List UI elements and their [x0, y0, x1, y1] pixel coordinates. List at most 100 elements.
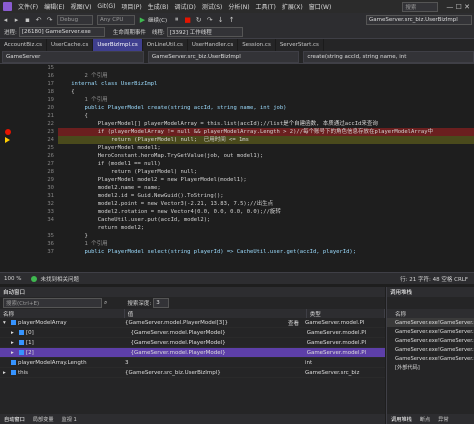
call-stack-frame[interactable]: GameServer.exe!GameServer.s — [387, 336, 474, 345]
menu-item[interactable]: Git(G) — [94, 3, 118, 10]
thread-select[interactable]: [3392] 工作线程 — [166, 27, 243, 37]
zoom-level[interactable]: 100 % — [4, 276, 21, 282]
call-stack-tab[interactable]: 调用堆栈 — [387, 416, 416, 423]
code-line[interactable]: public PlayerModel create(string accId, … — [58, 104, 474, 112]
project-select[interactable]: GameServer — [2, 51, 144, 63]
code-line[interactable]: CacheUtil.user.put(accId, model2); — [58, 216, 474, 224]
variable-value[interactable]: {GameServer.model.PlayerModel[3]} — [125, 320, 228, 326]
code-line[interactable]: { — [58, 88, 474, 96]
document-tab[interactable]: ServerStart.cs — [276, 39, 324, 51]
call-stack-tab[interactable]: 异常 — [434, 416, 452, 423]
document-tab[interactable]: UserBizImpl.cs — [93, 39, 143, 51]
search-icon[interactable]: ⌕ — [104, 299, 107, 307]
restart-icon[interactable]: ↻ — [194, 15, 203, 24]
stop-icon[interactable]: ■ — [183, 15, 192, 24]
autos-row[interactable]: ▸ [2] {GameServer.model.PlayerModel} GameSe… — [0, 348, 385, 358]
document-tab[interactable]: AccountBiz.cs — [0, 39, 48, 51]
code-line[interactable]: 1 个引用 — [58, 96, 474, 104]
breakpoint-gutter[interactable] — [0, 64, 16, 272]
breakpoint-icon[interactable] — [5, 129, 11, 135]
expand-icon[interactable]: ▸ — [11, 340, 17, 346]
variable-value[interactable]: {GameServer.src_biz.UserBizImpl} — [125, 370, 221, 376]
issues-status[interactable]: 未找到相关问题 — [40, 275, 79, 283]
code-line[interactable]: model2.name = name; — [58, 184, 474, 192]
save-icon[interactable]: ▪ — [23, 15, 32, 24]
autos-row[interactable]: playerModelArray.Length 3 int — [0, 358, 385, 368]
lifecycle-events-button[interactable]: 生命周期事件 — [113, 28, 146, 36]
document-tab[interactable]: Session.cs — [238, 39, 276, 51]
autos-search-input[interactable]: 搜索(Ctrl+E) — [3, 298, 102, 308]
step-out-icon[interactable]: ↑ — [227, 15, 236, 24]
call-stack-frame[interactable]: GameServer.exe!GameServer.s — [387, 354, 474, 363]
search-input[interactable]: 搜索 — [402, 1, 439, 12]
window-controls[interactable]: — ☐ ✕ — [446, 3, 470, 11]
menu-item[interactable]: 生成(B) — [145, 2, 172, 11]
autos-row[interactable]: ▸ [1] {GameServer.model.PlayerModel} GameSe… — [0, 338, 385, 348]
undo-icon[interactable]: ↶ — [34, 15, 43, 24]
expand-icon[interactable]: ▸ — [11, 350, 17, 356]
menu-item[interactable]: 测试(S) — [199, 2, 226, 11]
menu-item[interactable]: 项目(P) — [118, 2, 144, 11]
expand-icon[interactable]: ▸ — [3, 370, 9, 376]
code-line[interactable]: PlayerModel model2 = new PlayerModel(mod… — [58, 176, 474, 184]
code-line[interactable]: PlayerModel[] playerModelArray = this.li… — [58, 120, 474, 128]
search-depth-select[interactable]: 3 — [153, 298, 170, 308]
type-column-header[interactable]: 类型 — [307, 309, 385, 318]
expand-icon[interactable]: ▸ — [11, 330, 17, 336]
autos-row[interactable]: ▸ this {GameServer.src_biz.UserBizImpl} Gam… — [0, 368, 385, 378]
menu-item[interactable]: 调试(D) — [172, 2, 199, 11]
code-area[interactable]: 2 个引用 internal class UserBizImpl { 1 个引用… — [58, 64, 474, 272]
variable-value[interactable]: 3 — [125, 360, 129, 366]
document-tab[interactable]: UserCache.cs — [47, 39, 94, 51]
code-line[interactable]: 1 个引用 — [58, 240, 474, 248]
view-button[interactable]: 查看 — [288, 319, 299, 327]
code-line[interactable]: PlayerModel model1; — [58, 144, 474, 152]
menu-item[interactable]: 分析(N) — [225, 2, 252, 11]
menu-item[interactable]: 编辑(E) — [41, 2, 67, 11]
menu-item[interactable]: 工具(T) — [253, 2, 279, 11]
name-column-header[interactable]: 名称 — [0, 309, 125, 318]
code-line[interactable]: return (PlayerModel) null; — [58, 168, 474, 176]
call-stack-frame[interactable]: [外部代码] — [387, 363, 474, 372]
autos-row[interactable]: ▸ [0] {GameServer.model.PlayerModel} GameSe… — [0, 328, 385, 338]
debug-tab[interactable]: 监视 1 — [58, 416, 81, 423]
variable-value[interactable]: {GameServer.model.PlayerModel} — [130, 350, 225, 356]
step-over-icon[interactable]: ↷ — [205, 15, 214, 24]
code-line[interactable]: return (PlayerModel) null; 已用时间 <= 1ms — [58, 136, 474, 144]
code-line[interactable]: { — [58, 112, 474, 120]
continue-button[interactable]: 继续(C) — [148, 16, 167, 24]
menu-item[interactable]: 文件(F) — [15, 2, 41, 11]
forward-icon[interactable]: ▸ — [12, 15, 21, 24]
code-line[interactable]: model2.point = new Vector3(-2.21, 13.83,… — [58, 200, 474, 208]
continue-icon[interactable]: ▶ — [138, 15, 147, 24]
code-line[interactable]: return model2; — [58, 224, 474, 232]
variable-value[interactable]: {GameServer.model.PlayerModel} — [130, 330, 225, 336]
debug-tab[interactable]: 自动窗口 — [0, 416, 29, 423]
variable-value[interactable]: {GameServer.model.PlayerModel} — [130, 340, 225, 346]
code-line[interactable]: public PlayerModel select(string playerI… — [58, 248, 474, 256]
pause-icon[interactable]: ⏸ — [172, 15, 181, 24]
code-line[interactable]: internal class UserBizImpl — [58, 80, 474, 88]
code-line[interactable]: HeroConstant.heroMap.TryGetValue(job, ou… — [58, 152, 474, 160]
call-stack-frame[interactable]: GameServer.exe!GameServer.s — [387, 327, 474, 336]
code-line[interactable]: if (playerModelArray != null && playerMo… — [58, 128, 474, 136]
member-select[interactable]: create(string accId, string name, int — [303, 51, 474, 63]
code-line[interactable]: if (model1 == null) — [58, 160, 474, 168]
code-line[interactable]: } — [58, 232, 474, 240]
call-stack-tab[interactable]: 断点 — [416, 416, 434, 423]
menu-item[interactable]: 视图(V) — [68, 2, 95, 11]
platform-select[interactable]: Any CPU — [97, 14, 135, 25]
redo-icon[interactable]: ↷ — [45, 15, 54, 24]
call-stack-frame[interactable]: GameServer.exe!GameServer.s — [387, 318, 474, 327]
back-icon[interactable]: ◂ — [1, 15, 10, 24]
document-tab[interactable]: OnLineUtil.cs — [143, 39, 188, 51]
code-editor[interactable]: 15 16 17 18 19 20 21 22 23 24 25 26 27 28 29 30 31 32 33 34… — [0, 64, 474, 272]
code-line[interactable]: model2.rotation = new Vector4(0.0, 0.0, … — [58, 208, 474, 216]
value-column-header[interactable]: 值 — [125, 309, 307, 318]
code-line[interactable]: model2.id = Guid.NewGuid().ToString(); — [58, 192, 474, 200]
call-stack-frame[interactable]: GameServer.exe!GameServer.s — [387, 345, 474, 354]
current-statement-icon[interactable] — [5, 137, 10, 143]
code-line[interactable] — [58, 64, 474, 72]
process-select[interactable]: [26180] GameServer.exe — [18, 27, 105, 37]
menu-item[interactable]: 窗口(W) — [306, 2, 335, 11]
